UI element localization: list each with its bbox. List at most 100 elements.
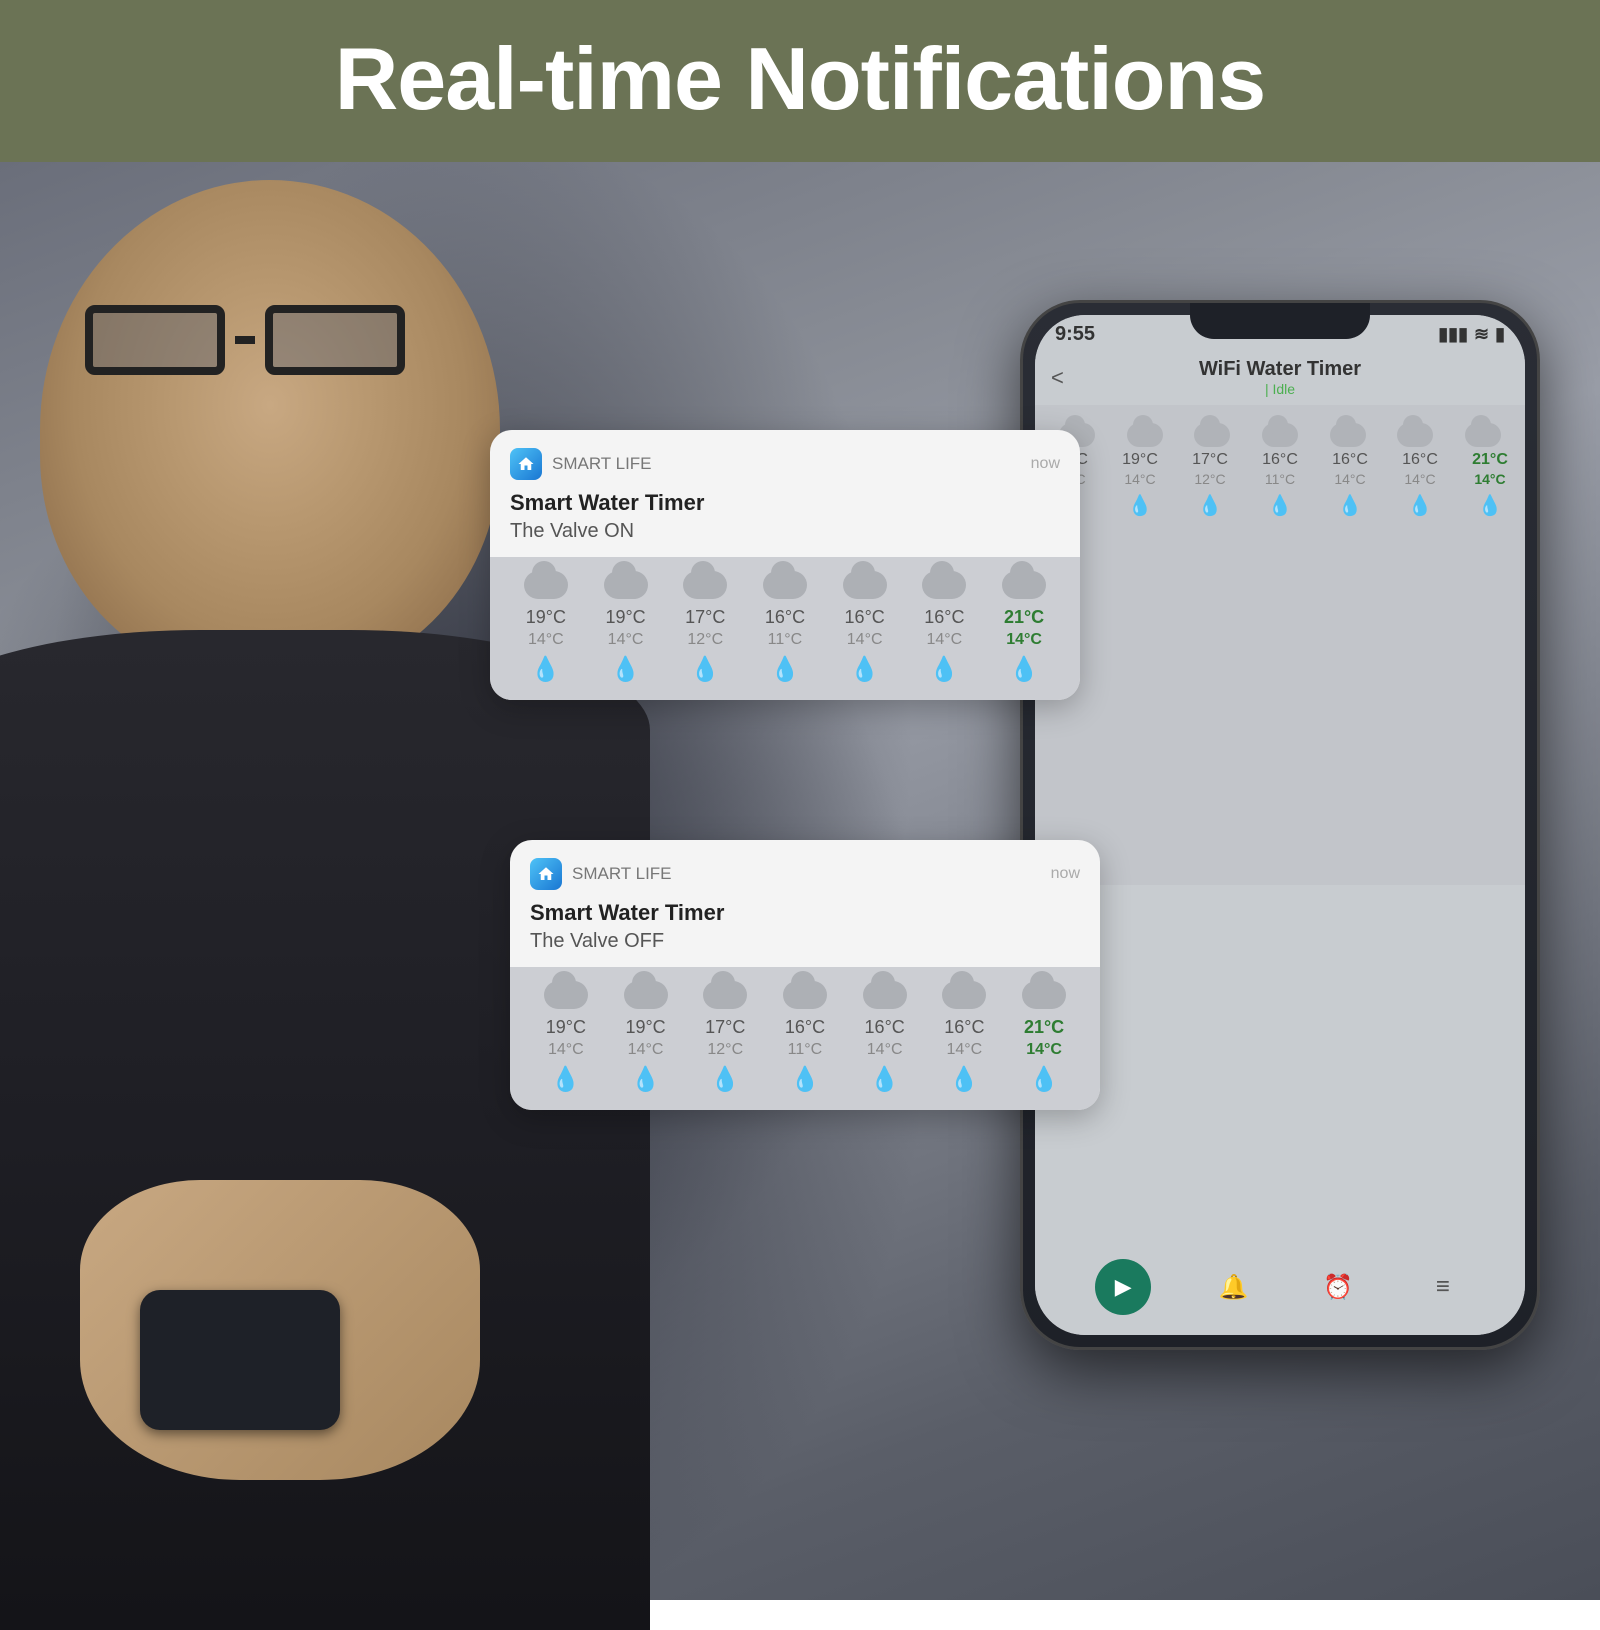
fn-cloud-2 bbox=[604, 571, 648, 599]
drop-7: 💧 bbox=[1466, 493, 1514, 518]
notif1-app-name: SMART LIFE bbox=[552, 454, 652, 474]
temp-low-2: 14°C bbox=[1116, 471, 1164, 487]
nav-subtitle: | Idle bbox=[1199, 381, 1361, 397]
bottom-bell-button[interactable]: 🔔 bbox=[1212, 1265, 1256, 1309]
fn-cloud-5 bbox=[843, 571, 887, 599]
notif2-app-name: SMART LIFE bbox=[572, 864, 672, 884]
notif1-time: now bbox=[1031, 455, 1060, 473]
phone-temps-low: 14°C 14°C 12°C 11°C 14°C 14°C 14°C bbox=[1035, 471, 1525, 487]
phone-notch bbox=[1190, 303, 1370, 339]
status-icons: ▮▮▮ ≋ ▮ bbox=[1438, 324, 1505, 345]
phone-temps-high: 19°C 19°C 17°C 16°C 16°C 16°C 21°C bbox=[1035, 451, 1525, 469]
signal-icon: ▮▮▮ bbox=[1438, 324, 1468, 345]
notif2-title: Smart Water Timer bbox=[530, 900, 1080, 926]
glass-right bbox=[265, 305, 405, 375]
bottom-clock-button[interactable]: ⏰ bbox=[1316, 1265, 1360, 1309]
nav-bar: < WiFi Water Timer | Idle bbox=[1035, 350, 1525, 405]
notif1-clouds bbox=[506, 571, 1064, 599]
temp-high-6: 16°C bbox=[1396, 451, 1444, 469]
notif2-drops: 💧 💧 💧 💧 💧 💧 💧 bbox=[526, 1065, 1084, 1094]
cloud-7 bbox=[1465, 423, 1501, 447]
fn-cloud-6 bbox=[922, 571, 966, 599]
clock-icon: ⏰ bbox=[1323, 1273, 1353, 1302]
phone-mockup: 9:55 ▮▮▮ ≋ ▮ < WiFi Water Timer | Idle bbox=[1020, 300, 1540, 1350]
page-title: Real-time Notifications bbox=[40, 28, 1560, 130]
phone-body: 9:55 ▮▮▮ ≋ ▮ < WiFi Water Timer | Idle bbox=[1020, 300, 1540, 1350]
notif2-app-icon bbox=[530, 858, 562, 890]
person-jacket bbox=[0, 630, 650, 1630]
person-head bbox=[40, 180, 500, 680]
notification-card-1: SMART LIFE now Smart Water Timer The Val… bbox=[490, 430, 1080, 700]
bottom-menu-button[interactable]: ≡ bbox=[1421, 1265, 1465, 1309]
temp-high-3: 17°C bbox=[1186, 451, 1234, 469]
temp-high-2: 19°C bbox=[1116, 451, 1164, 469]
cloud-2 bbox=[1127, 423, 1163, 447]
notif1-temps-high: 19°C 19°C 17°C 16°C 16°C 16°C 21°C bbox=[506, 607, 1064, 628]
nav-back-button[interactable]: < bbox=[1051, 365, 1064, 391]
temp-low-6: 14°C bbox=[1396, 471, 1444, 487]
fn2-cloud-6 bbox=[942, 981, 986, 1009]
cloud-5 bbox=[1330, 423, 1366, 447]
nav-title: WiFi Water Timer bbox=[1199, 358, 1361, 381]
temp-low-7: 14°C bbox=[1466, 471, 1514, 487]
menu-icon: ≡ bbox=[1436, 1273, 1450, 1301]
drop-6: 💧 bbox=[1396, 493, 1444, 518]
status-time: 9:55 bbox=[1055, 323, 1095, 346]
temp-high-4: 16°C bbox=[1256, 451, 1304, 469]
notification-card-2: SMART LIFE now Smart Water Timer The Val… bbox=[510, 840, 1100, 1110]
notif1-drops: 💧 💧 💧 💧 💧 💧 💧 bbox=[506, 655, 1064, 684]
cloud-3 bbox=[1194, 423, 1230, 447]
temp-low-3: 12°C bbox=[1186, 471, 1234, 487]
glasses bbox=[85, 305, 405, 375]
notif2-weather: 19°C 19°C 17°C 16°C 16°C 16°C 21°C 14°C … bbox=[510, 967, 1100, 1110]
cloud-6 bbox=[1397, 423, 1433, 447]
fn2-cloud-7 bbox=[1022, 981, 1066, 1009]
notif1-weather: 19°C 19°C 17°C 16°C 16°C 16°C 21°C 14°C … bbox=[490, 557, 1080, 700]
page-header: Real-time Notifications bbox=[0, 0, 1600, 162]
notif1-app-icon bbox=[510, 448, 542, 480]
phone-bottom-nav: ▶ 🔔 ⏰ ≡ bbox=[1035, 1247, 1525, 1335]
temp-high-5: 16°C bbox=[1326, 451, 1374, 469]
notif1-app-row: SMART LIFE bbox=[510, 448, 652, 480]
notif1-header: SMART LIFE now bbox=[490, 430, 1080, 490]
notif2-header: SMART LIFE now bbox=[510, 840, 1100, 900]
notif1-body: The Valve ON bbox=[510, 520, 1060, 543]
drop-3: 💧 bbox=[1186, 493, 1234, 518]
fn2-cloud-1 bbox=[544, 981, 588, 1009]
fn2-cloud-2 bbox=[624, 981, 668, 1009]
notif2-body: The Valve OFF bbox=[530, 930, 1080, 953]
temp-low-5: 14°C bbox=[1326, 471, 1374, 487]
drop-5: 💧 bbox=[1326, 493, 1374, 518]
wifi-icon: ≋ bbox=[1474, 324, 1489, 345]
fn-cloud-3 bbox=[683, 571, 727, 599]
battery-icon: ▮ bbox=[1495, 324, 1505, 345]
cloud-4 bbox=[1262, 423, 1298, 447]
fn-cloud-4 bbox=[763, 571, 807, 599]
temp-low-4: 11°C bbox=[1256, 471, 1304, 487]
drop-4: 💧 bbox=[1256, 493, 1304, 518]
notif1-temps-low: 14°C 14°C 12°C 11°C 14°C 14°C 14°C bbox=[506, 631, 1064, 649]
fn-cloud-7 bbox=[1002, 571, 1046, 599]
fn2-cloud-5 bbox=[863, 981, 907, 1009]
hand-held-phone bbox=[140, 1290, 340, 1430]
fn2-cloud-3 bbox=[703, 981, 747, 1009]
bottom-play-button[interactable]: ▶ bbox=[1095, 1259, 1151, 1315]
notif2-time: now bbox=[1051, 865, 1080, 883]
play-icon: ▶ bbox=[1115, 1274, 1132, 1300]
bell-icon: 🔔 bbox=[1219, 1273, 1249, 1302]
notif1-title: Smart Water Timer bbox=[510, 490, 1060, 516]
notif2-temps-low: 14°C 14°C 12°C 11°C 14°C 14°C 14°C bbox=[526, 1041, 1084, 1059]
fn-cloud-1 bbox=[524, 571, 568, 599]
phone-screen: 9:55 ▮▮▮ ≋ ▮ < WiFi Water Timer | Idle bbox=[1035, 315, 1525, 1335]
notif1-content: Smart Water Timer The Valve ON bbox=[490, 490, 1080, 557]
phone-weather-area: 19°C 19°C 17°C 16°C 16°C 16°C 21°C 14°C … bbox=[1035, 405, 1525, 885]
fn2-cloud-4 bbox=[783, 981, 827, 1009]
glass-bridge bbox=[235, 336, 255, 344]
phone-clouds-row bbox=[1035, 413, 1525, 451]
notif2-content: Smart Water Timer The Valve OFF bbox=[510, 900, 1100, 967]
notif2-temps-high: 19°C 19°C 17°C 16°C 16°C 16°C 21°C bbox=[526, 1017, 1084, 1038]
glass-left bbox=[85, 305, 225, 375]
phone-drops-row: 💧 💧 💧 💧 💧 💧 💧 bbox=[1035, 493, 1525, 518]
temp-high-7: 21°C bbox=[1466, 451, 1514, 469]
notif2-clouds bbox=[526, 981, 1084, 1009]
